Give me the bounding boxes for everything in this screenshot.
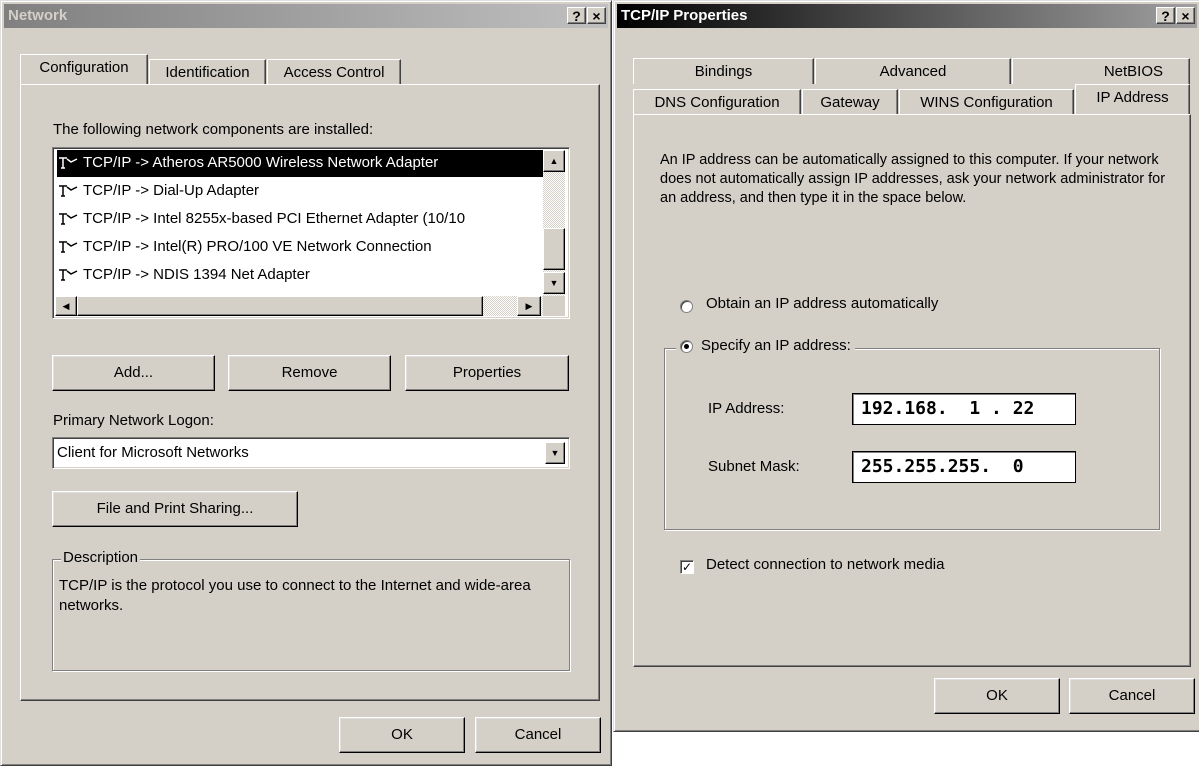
network-ok-button[interactable]: OK [339,717,465,753]
tab-dns-label: DNS Configuration [654,94,780,111]
tcpip-title: TCP/IP Properties [621,7,748,24]
description-text: TCP/IP is the protocol you use to connec… [59,577,531,614]
network-protocol-icon [59,213,78,225]
properties-button[interactable]: Properties [405,355,569,391]
scroll-left-button[interactable]: ◀ [55,296,77,316]
specify-ip-group [664,348,1160,530]
tab-netbios[interactable]: NetBIOS [1012,58,1190,84]
logon-select[interactable]: Client for Microsoft Networks ▼ [52,437,570,469]
tcpip-title-bar[interactable]: TCP/IP Properties ? × [617,4,1197,28]
tab-bindings[interactable]: Bindings [633,58,814,84]
list-item[interactable]: TCP/IP -> Atheros AR5000 Wireless Networ… [57,150,545,177]
network-protocol-icon [59,185,78,197]
list-item[interactable]: TCP/IP -> NDIS 1394 Net Adapter [57,262,545,289]
list-item[interactable]: TCP/IP -> Intel(R) PRO/100 VE Network Co… [57,234,545,261]
tab-ip-address[interactable]: IP Address [1075,84,1190,114]
specify-ip-legend[interactable]: Specify an IP address: [676,337,855,354]
logon-label: Primary Network Logon: [53,412,214,429]
tcpip-cancel-button[interactable]: Cancel [1069,678,1195,714]
obtain-ip-label[interactable]: Obtain an IP address automatically [706,295,938,312]
network-protocol-icon [59,269,78,281]
horizontal-scroll-thumb[interactable] [77,296,483,316]
specify-ip-radio[interactable] [680,339,693,353]
tab-access-control-label: Access Control [283,64,385,81]
detect-media-label[interactable]: Detect connection to network media [706,556,944,573]
chevron-down-icon[interactable]: ▼ [545,442,565,464]
obtain-ip-radio[interactable] [680,300,693,313]
intro-text: An IP address can be automatically assig… [660,152,1166,206]
network-protocol-icon [59,241,78,253]
list-item-label: TCP/IP -> Atheros AR5000 Wireless Networ… [83,154,439,171]
tab-wins-label: WINS Configuration [920,94,1053,111]
tab-advanced-label: Advanced [879,63,947,80]
network-title: Network [8,7,68,24]
tab-access-control[interactable]: Access Control [267,59,401,85]
components-list[interactable]: TCP/IP -> Atheros AR5000 Wireless Networ… [52,147,570,319]
ip-address-label: IP Address: [708,400,785,417]
close-button[interactable]: × [587,7,606,24]
ip-address-panel: An IP address can be automatically assig… [633,114,1191,667]
remove-button-label: Remove [281,364,338,381]
tab-gateway-label: Gateway [820,94,880,111]
subnet-mask-label: Subnet Mask: [708,458,800,475]
tab-configuration-label: Configuration [39,59,129,76]
list-item-label: TCP/IP -> NDIS 1394 Net Adapter [83,266,310,283]
subnet-mask-field[interactable]: 255.255.255. 0 [852,451,1076,483]
vertical-scroll-thumb[interactable] [543,228,565,270]
tcpip-cancel-label: Cancel [1108,687,1156,704]
network-title-bar[interactable]: Network ? × [4,4,608,28]
components-label: The following network components are ins… [53,121,374,138]
tab-identification-label: Identification [165,64,250,81]
specify-ip-label: Specify an IP address: [701,337,851,354]
network-dialog: Network ? × Configuration Identification… [0,0,612,766]
scroll-down-button[interactable]: ▼ [543,272,565,294]
tcpip-ok-button[interactable]: OK [934,678,1060,714]
tab-gateway[interactable]: Gateway [802,89,898,115]
list-item[interactable]: TCP/IP -> Dial-Up Adapter [57,178,545,205]
tab-ip-address-label: IP Address [1096,89,1169,106]
close-button[interactable]: × [1176,7,1195,24]
tab-wins-configuration[interactable]: WINS Configuration [899,89,1074,115]
list-item-label: TCP/IP -> Intel(R) PRO/100 VE Network Co… [83,238,432,255]
network-cancel-label: Cancel [514,726,562,743]
detect-media-checkbox[interactable]: ✓ [680,560,694,574]
configuration-panel: The following network components are ins… [20,84,600,701]
logon-select-value: Client for Microsoft Networks [57,444,249,461]
scroll-up-button[interactable]: ▲ [543,150,565,172]
ip-address-field[interactable]: 192.168. 1 . 22 [852,393,1076,425]
properties-button-label: Properties [452,364,522,381]
scroll-right-button[interactable]: ▶ [517,296,541,316]
tab-advanced[interactable]: Advanced [815,58,1011,84]
description-group: Description TCP/IP is the protocol you u… [52,549,570,671]
tab-identification[interactable]: Identification [149,59,266,85]
network-protocol-icon [59,157,78,169]
list-item-label: TCP/IP -> Intel 8255x-based PCI Ethernet… [83,210,466,227]
help-button[interactable]: ? [1156,7,1175,24]
tab-dns-configuration[interactable]: DNS Configuration [633,89,801,115]
tab-netbios-label: NetBIOS [1103,63,1163,80]
tab-bindings-label: Bindings [694,63,753,80]
help-button[interactable]: ? [567,7,586,24]
file-print-sharing-button[interactable]: File and Print Sharing... [52,491,298,527]
add-button-label: Add... [113,364,154,381]
tcpip-dialog: TCP/IP Properties ? × Bindings Advanced … [613,0,1199,732]
add-button[interactable]: Add... [52,355,215,391]
description-title: Description [61,549,141,566]
remove-button[interactable]: Remove [228,355,391,391]
network-ok-label: OK [391,726,413,743]
tcpip-ok-label: OK [986,687,1008,704]
tab-configuration[interactable]: Configuration [20,54,148,84]
network-cancel-button[interactable]: Cancel [475,717,601,753]
list-item-label: TCP/IP -> Dial-Up Adapter [83,182,260,199]
list-item[interactable]: TCP/IP -> Intel 8255x-based PCI Ethernet… [57,206,545,233]
scroll-corner [543,296,565,316]
file-print-sharing-label: File and Print Sharing... [96,500,254,517]
